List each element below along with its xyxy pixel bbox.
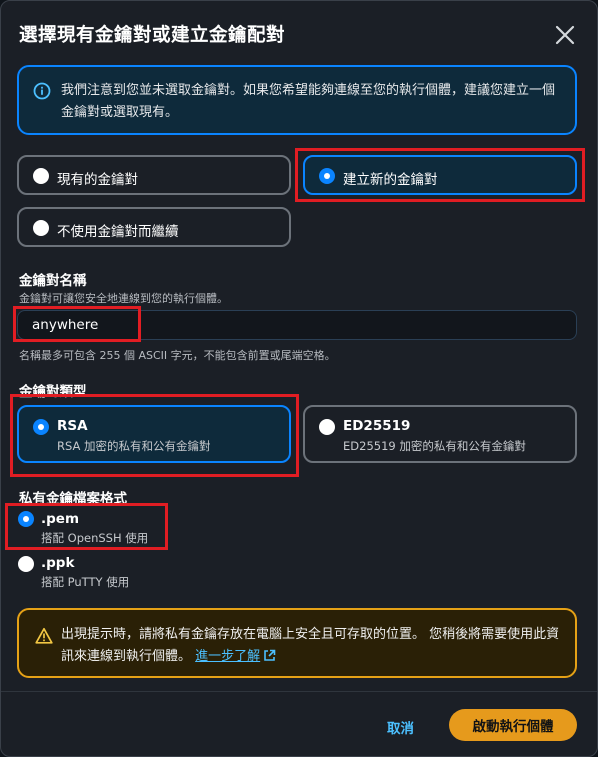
key-name-label: 金鑰對名稱: [19, 273, 87, 289]
info-alert-text: 我們注意到您並未選取金鑰對。如果您希望能夠連線至您的執行個體，建議您建立一個金鑰…: [61, 83, 556, 120]
ppk-description: 搭配 PuTTY 使用: [41, 575, 130, 589]
radio-ppk[interactable]: [18, 556, 34, 572]
option-existing-label: 現有的金鑰對: [57, 172, 138, 188]
footer-divider: [1, 691, 597, 692]
radio-existing[interactable]: [33, 168, 49, 184]
key-name-description: 金鑰對可讓您安全地連線到您的執行個體。: [19, 292, 228, 305]
cancel-button[interactable]: 取消: [387, 717, 414, 737]
close-icon[interactable]: [551, 21, 579, 49]
rsa-description: RSA 加密的私有和公有金鑰對: [57, 439, 211, 453]
radio-no-key[interactable]: [33, 220, 49, 236]
ed25519-label: ED25519: [343, 418, 411, 434]
option-existing-key-pair[interactable]: 現有的金鑰對: [17, 155, 291, 195]
option-no-key-pair[interactable]: 不使用金鑰對而繼續: [17, 207, 291, 247]
option-create-new-label: 建立新的金鑰對: [343, 172, 438, 188]
option-create-new-key-pair[interactable]: 建立新的金鑰對: [303, 155, 577, 195]
external-link-icon: [264, 649, 276, 661]
learn-more-label: 進一步了解: [195, 649, 261, 664]
learn-more-link[interactable]: 進一步了解: [195, 649, 276, 664]
launch-instance-button[interactable]: 啟動執行個體: [449, 709, 577, 741]
file-format-label: 私有金鑰檔案格式: [19, 491, 127, 507]
ppk-label: .ppk: [41, 555, 75, 571]
warning-text: 出現提示時，請將私有金鑰存放在電腦上安全且可存取的位置。 您稍後將需要使用此資訊…: [61, 627, 560, 664]
radio-rsa[interactable]: [33, 419, 49, 435]
option-no-key-label: 不使用金鑰對而繼續: [57, 224, 179, 240]
rsa-label: RSA: [57, 418, 88, 434]
modal-header: 選擇現有金鑰對或建立金鑰配對: [1, 1, 597, 67]
info-alert: 我們注意到您並未選取金鑰對。如果您希望能夠連線至您的執行個體，建議您建立一個金鑰…: [17, 65, 577, 135]
pem-description: 搭配 OpenSSH 使用: [41, 531, 149, 545]
radio-ed25519[interactable]: [319, 419, 335, 435]
radio-create-new[interactable]: [319, 168, 335, 184]
warning-text-block: 出現提示時，請將私有金鑰存放在電腦上安全且可存取的位置。 您稍後將需要使用此資訊…: [61, 624, 567, 668]
key-type-label: 金鑰對類型: [19, 384, 87, 400]
create-key-pair-modal: 選擇現有金鑰對或建立金鑰配對 我們注意到您並未選取金鑰對。如果您希望能夠連線至您…: [0, 0, 598, 757]
modal-title: 選擇現有金鑰對或建立金鑰配對: [19, 25, 286, 46]
info-icon: [33, 82, 51, 100]
pem-label: .pem: [41, 511, 80, 527]
radio-pem[interactable]: [18, 511, 34, 527]
key-name-input[interactable]: [17, 310, 577, 340]
warning-icon: [35, 627, 53, 644]
ed25519-description: ED25519 加密的私有和公有金鑰對: [343, 439, 526, 453]
key-name-constraint: 名稱最多可包含 255 個 ASCII 字元，不能包含前置或尾端空格。: [19, 349, 336, 362]
option-rsa[interactable]: RSA RSA 加密的私有和公有金鑰對: [17, 405, 291, 463]
warning-alert: 出現提示時，請將私有金鑰存放在電腦上安全且可存取的位置。 您稍後將需要使用此資訊…: [17, 608, 577, 678]
option-ed25519[interactable]: ED25519 ED25519 加密的私有和公有金鑰對: [303, 405, 577, 463]
